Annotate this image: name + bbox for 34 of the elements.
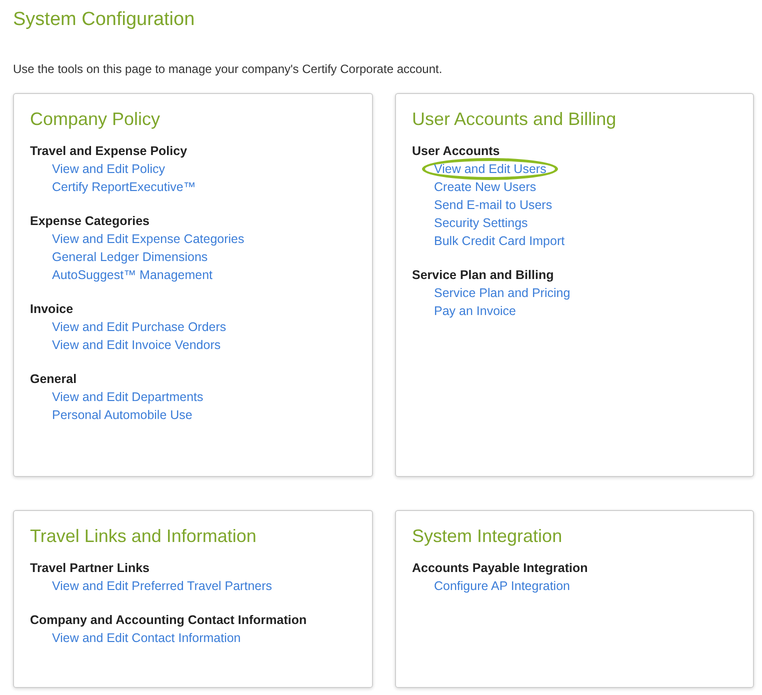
settings-link[interactable]: Certify ReportExecutive™ [52,178,196,196]
settings-link[interactable]: Security Settings [434,214,528,232]
group-heading: Service Plan and Billing [412,267,555,284]
group-heading: Travel and Expense Policy [30,143,188,160]
settings-link[interactable]: Bulk Credit Card Import [434,232,565,250]
group-heading: User Accounts [412,143,501,160]
card-title: System Integration [412,525,564,547]
settings-link[interactable]: View and Edit Contact Information [52,629,241,647]
settings-link[interactable]: Personal Automobile Use [52,406,192,424]
settings-link[interactable]: View and Edit Expense Categories [52,230,244,248]
settings-link[interactable]: Create New Users [434,178,536,196]
settings-link[interactable]: Pay an Invoice [434,302,516,320]
group-heading: Accounts Payable Integration [412,560,589,577]
settings-link[interactable]: View and Edit Purchase Orders [52,318,226,336]
settings-link[interactable]: General Ledger Dimensions [52,248,208,266]
group-heading: Expense Categories [30,213,150,230]
settings-link[interactable]: View and Edit Departments [52,388,204,406]
card-title: User Accounts and Billing [412,108,618,130]
card-title: Travel Links and Information [30,525,258,547]
settings-link[interactable]: Configure AP Integration [434,577,570,595]
group-heading: Travel Partner Links [30,560,151,577]
card-title: Company Policy [30,108,162,130]
intro-text: Use the tools on this page to manage your company's Certify Corporate account. [13,61,444,77]
settings-link[interactable]: Service Plan and Pricing [434,284,570,302]
settings-link[interactable]: View and Edit Users [422,158,558,180]
page-title: System Configuration [13,8,196,32]
group-heading: General [30,371,78,388]
group-heading: Invoice [30,301,74,318]
settings-link[interactable]: View and Edit Preferred Travel Partners [52,577,272,595]
settings-link[interactable]: View and Edit Policy [52,160,166,178]
group-heading: Company and Accounting Contact Information [30,612,308,629]
settings-link[interactable]: AutoSuggest™ Management [52,266,213,284]
settings-link[interactable]: View and Edit Invoice Vendors [52,336,221,354]
settings-link[interactable]: Send E-mail to Users [434,196,552,214]
